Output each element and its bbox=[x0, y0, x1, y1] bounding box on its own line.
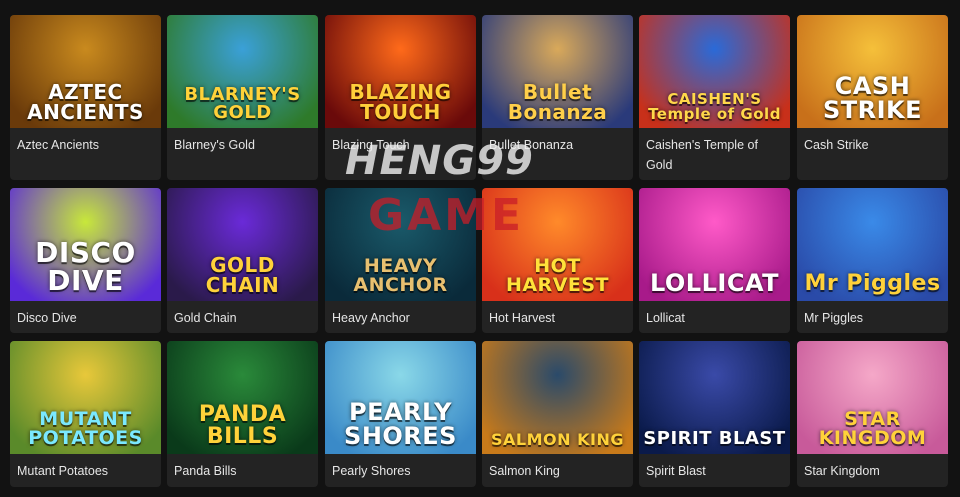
game-logo: CASH STRIKE bbox=[822, 72, 923, 124]
game-logo: HOT HARVEST bbox=[505, 255, 610, 296]
game-logo: MUTANT POTATOES bbox=[28, 408, 143, 449]
game-title[interactable]: Caishen's Temple of Gold bbox=[639, 128, 790, 180]
game-logo: PEARLY SHORES bbox=[344, 398, 457, 450]
game-thumbnail[interactable]: Mr Piggles bbox=[797, 188, 948, 301]
game-thumbnail[interactable]: LOLLICAT bbox=[639, 188, 790, 301]
game-title[interactable]: Heavy Anchor bbox=[325, 301, 476, 333]
game-logo: BLAZING TOUCH bbox=[349, 80, 452, 124]
game-thumbnail[interactable]: HEAVY ANCHOR bbox=[325, 188, 476, 301]
game-title[interactable]: Cash Strike bbox=[797, 128, 948, 180]
game-title[interactable]: Star Kingdom bbox=[797, 454, 948, 487]
game-logo: Mr Piggles bbox=[804, 271, 941, 296]
game-card[interactable]: PEARLY SHORES Pearly Shores bbox=[325, 341, 476, 487]
game-title[interactable]: Bullet Bonanza bbox=[482, 128, 633, 180]
game-thumbnail[interactable]: PANDA BILLS bbox=[167, 341, 318, 454]
game-logo: DISCO DIVE bbox=[35, 236, 136, 297]
game-logo: Bullet Bonanza bbox=[507, 80, 608, 124]
game-card[interactable]: HEAVY ANCHOR Heavy Anchor bbox=[325, 188, 476, 333]
game-thumbnail[interactable]: HOT HARVEST bbox=[482, 188, 633, 301]
game-card[interactable]: CASH STRIKE Cash Strike bbox=[797, 15, 948, 180]
game-card[interactable]: DISCO DIVE Disco Dive bbox=[10, 188, 161, 333]
game-thumbnail[interactable]: CAISHEN'S Temple of Gold bbox=[639, 15, 790, 128]
game-thumbnail[interactable]: MUTANT POTATOES bbox=[10, 341, 161, 454]
game-card[interactable]: AZTEC ANCIENTS Aztec Ancients bbox=[10, 15, 161, 180]
game-card[interactable]: STAR KINGDOM Star Kingdom bbox=[797, 341, 948, 487]
game-logo: SPIRIT BLAST bbox=[643, 428, 786, 449]
game-logo: AZTEC ANCIENTS bbox=[27, 80, 144, 124]
game-card[interactable]: HOT HARVEST Hot Harvest bbox=[482, 188, 633, 333]
game-card[interactable]: PANDA BILLS Panda Bills bbox=[167, 341, 318, 487]
game-thumbnail[interactable]: CASH STRIKE bbox=[797, 15, 948, 128]
game-logo: LOLLICAT bbox=[649, 269, 780, 297]
game-thumbnail[interactable]: AZTEC ANCIENTS bbox=[10, 15, 161, 128]
game-title[interactable]: Lollicat bbox=[639, 301, 790, 333]
game-logo: PANDA BILLS bbox=[198, 402, 287, 449]
game-thumbnail[interactable]: SALMON KING bbox=[482, 341, 633, 454]
game-title[interactable]: Aztec Ancients bbox=[10, 128, 161, 180]
game-title[interactable]: Disco Dive bbox=[10, 301, 161, 333]
game-card[interactable]: BLARNEY'S GOLD Blarney's Gold bbox=[167, 15, 318, 180]
game-logo: BLARNEY'S GOLD bbox=[184, 84, 301, 123]
game-thumbnail[interactable]: BLAZING TOUCH bbox=[325, 15, 476, 128]
game-thumbnail[interactable]: Bullet Bonanza bbox=[482, 15, 633, 128]
game-card[interactable]: MUTANT POTATOES Mutant Potatoes bbox=[10, 341, 161, 487]
game-logo: SALMON KING bbox=[491, 430, 624, 449]
game-thumbnail[interactable]: STAR KINGDOM bbox=[797, 341, 948, 454]
game-logo: HEAVY ANCHOR bbox=[353, 255, 448, 296]
game-card[interactable]: SPIRIT BLAST Spirit Blast bbox=[639, 341, 790, 487]
game-card[interactable]: BLAZING TOUCH Blazing Touch bbox=[325, 15, 476, 180]
game-thumbnail[interactable]: DISCO DIVE bbox=[10, 188, 161, 301]
game-thumbnail[interactable]: SPIRIT BLAST bbox=[639, 341, 790, 454]
game-grid: AZTEC ANCIENTS Aztec Ancients BLARNEY'S … bbox=[0, 0, 960, 497]
game-thumbnail[interactable]: BLARNEY'S GOLD bbox=[167, 15, 318, 128]
game-card[interactable]: GOLD CHAIN Gold Chain bbox=[167, 188, 318, 333]
game-thumbnail[interactable]: PEARLY SHORES bbox=[325, 341, 476, 454]
game-title[interactable]: Blazing Touch bbox=[325, 128, 476, 180]
game-logo: STAR KINGDOM bbox=[818, 408, 927, 449]
game-thumbnail[interactable]: GOLD CHAIN bbox=[167, 188, 318, 301]
game-title[interactable]: Mutant Potatoes bbox=[10, 454, 161, 487]
game-title[interactable]: Pearly Shores bbox=[325, 454, 476, 487]
game-card[interactable]: Bullet Bonanza Bullet Bonanza bbox=[482, 15, 633, 180]
game-title[interactable]: Hot Harvest bbox=[482, 301, 633, 333]
game-title[interactable]: Mr Piggles bbox=[797, 301, 948, 333]
game-title[interactable]: Salmon King bbox=[482, 454, 633, 487]
game-card[interactable]: CAISHEN'S Temple of Gold Caishen's Templ… bbox=[639, 15, 790, 180]
game-card[interactable]: LOLLICAT Lollicat bbox=[639, 188, 790, 333]
game-card[interactable]: SALMON KING Salmon King bbox=[482, 341, 633, 487]
game-logo: CAISHEN'S Temple of Gold bbox=[648, 90, 781, 123]
game-title[interactable]: Blarney's Gold bbox=[167, 128, 318, 180]
game-title[interactable]: Panda Bills bbox=[167, 454, 318, 487]
game-logo: GOLD CHAIN bbox=[205, 253, 280, 297]
game-card[interactable]: Mr Piggles Mr Piggles bbox=[797, 188, 948, 333]
game-title[interactable]: Spirit Blast bbox=[639, 454, 790, 487]
game-title[interactable]: Gold Chain bbox=[167, 301, 318, 333]
